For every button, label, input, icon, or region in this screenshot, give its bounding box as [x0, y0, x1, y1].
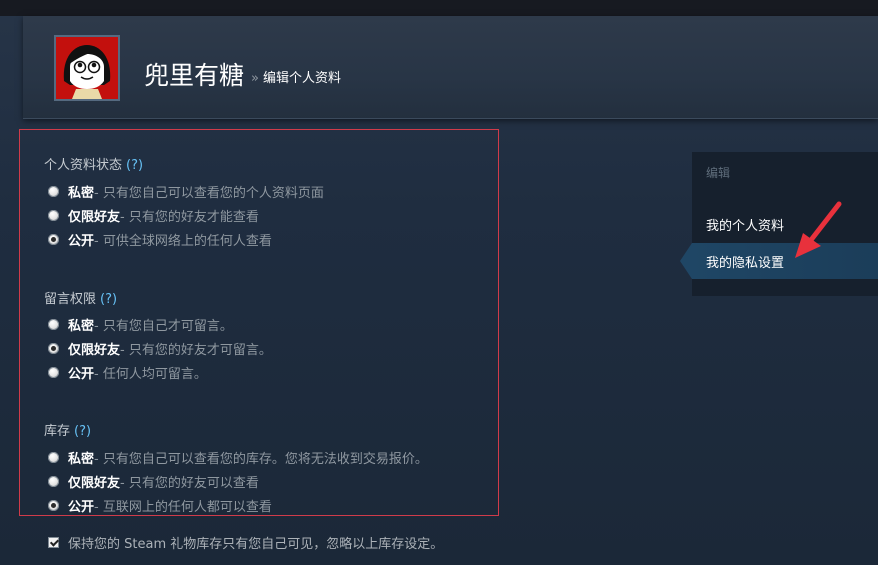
- radio-button-selected[interactable]: [48, 233, 59, 245]
- option-label: 私密: [68, 318, 95, 334]
- radio-button-selected[interactable]: [48, 499, 59, 511]
- option-label: 仅限好友: [68, 342, 121, 358]
- avatar-image: [56, 37, 118, 99]
- option-description: 只有您自己可以查看您的个人资料页面: [94, 182, 324, 201]
- sidebar-item-label: 我的个人资料: [706, 218, 785, 234]
- radio-button[interactable]: [48, 209, 59, 221]
- option-description: 只有您的好友才能查看: [120, 206, 259, 225]
- sidebar-item-my-profile[interactable]: 我的个人资料: [692, 206, 878, 242]
- help-link[interactable]: (?): [74, 424, 91, 439]
- option-description: 只有您的好友才可留言。: [120, 339, 272, 358]
- option-label: 仅限好友: [68, 475, 121, 491]
- option-label: 私密: [68, 185, 95, 201]
- top-bar: [0, 0, 878, 16]
- radio-button[interactable]: [48, 366, 59, 378]
- option-description: 互联网上的任何人都可以查看: [94, 496, 272, 515]
- sidebar-item-privacy-settings[interactable]: 我的隐私设置: [692, 243, 878, 279]
- radio-button[interactable]: [48, 475, 59, 487]
- gift-inventory-checkbox-label: 保持您的 Steam 礼物库存只有您自己可见，忽略以上库存设定。: [68, 536, 444, 552]
- section-title-profile-status: 个人资料状态 (?): [44, 154, 143, 173]
- sidebar-heading: 编辑: [706, 166, 731, 180]
- section-title-inventory: 库存 (?): [44, 420, 91, 439]
- radio-button-selected[interactable]: [48, 342, 59, 354]
- annotation-arrow-icon: [795, 201, 842, 258]
- radio-option-comments-private[interactable]: 私密只有您自己才可留言。: [48, 315, 233, 334]
- help-link[interactable]: (?): [100, 292, 117, 307]
- section-title-text: 留言权限: [44, 292, 97, 307]
- option-label: 公开: [68, 233, 95, 249]
- breadcrumb-current: 编辑个人资料: [262, 71, 341, 86]
- option-description: 只有您自己可以查看您的库存。您将无法收到交易报价。: [94, 448, 428, 467]
- breadcrumb: » 编辑个人资料: [251, 67, 341, 86]
- edit-sidebar: 编辑 我的个人资料 我的隐私设置: [692, 152, 878, 296]
- radio-option-comments-friends[interactable]: 仅限好友只有您的好友才可留言。: [48, 339, 272, 358]
- radio-option-profile-private[interactable]: 私密只有您自己可以查看您的个人资料页面: [48, 182, 324, 201]
- radio-option-comments-public[interactable]: 公开任何人均可留言。: [48, 363, 207, 382]
- help-link[interactable]: (?): [126, 158, 143, 173]
- option-description: 任何人均可留言。: [94, 363, 207, 382]
- radio-option-inventory-public[interactable]: 公开互联网上的任何人都可以查看: [48, 496, 272, 515]
- radio-button[interactable]: [48, 451, 59, 463]
- radio-option-profile-friends[interactable]: 仅限好友只有您的好友才能查看: [48, 206, 259, 225]
- option-label: 公开: [68, 366, 95, 382]
- gift-inventory-private-checkbox-row[interactable]: 保持您的 Steam 礼物库存只有您自己可见，忽略以上库存设定。: [48, 533, 444, 552]
- radio-button[interactable]: [48, 318, 59, 330]
- breadcrumb-separator: »: [251, 71, 259, 86]
- profile-username: 兜里有糖: [144, 61, 245, 90]
- section-title-text: 个人资料状态: [44, 158, 123, 173]
- option-label: 私密: [68, 451, 95, 467]
- avatar[interactable]: [54, 35, 120, 101]
- option-description: 只有您自己才可留言。: [94, 315, 233, 334]
- radio-option-profile-public[interactable]: 公开可供全球网络上的任何人查看: [48, 230, 272, 249]
- option-label: 公开: [68, 499, 95, 515]
- option-description: 可供全球网络上的任何人查看: [94, 230, 272, 249]
- radio-button[interactable]: [48, 185, 59, 197]
- option-description: 只有您的好友可以查看: [120, 472, 259, 491]
- gift-inventory-checkbox[interactable]: [48, 536, 59, 548]
- radio-option-inventory-private[interactable]: 私密只有您自己可以查看您的库存。您将无法收到交易报价。: [48, 448, 428, 467]
- sidebar-active-pointer: [680, 243, 692, 279]
- section-title-comment-permission: 留言权限 (?): [44, 288, 117, 307]
- radio-option-inventory-friends[interactable]: 仅限好友只有您的好友可以查看: [48, 472, 259, 491]
- sidebar-item-label: 我的隐私设置: [706, 255, 785, 271]
- section-title-text: 库存: [44, 424, 71, 439]
- option-label: 仅限好友: [68, 209, 121, 225]
